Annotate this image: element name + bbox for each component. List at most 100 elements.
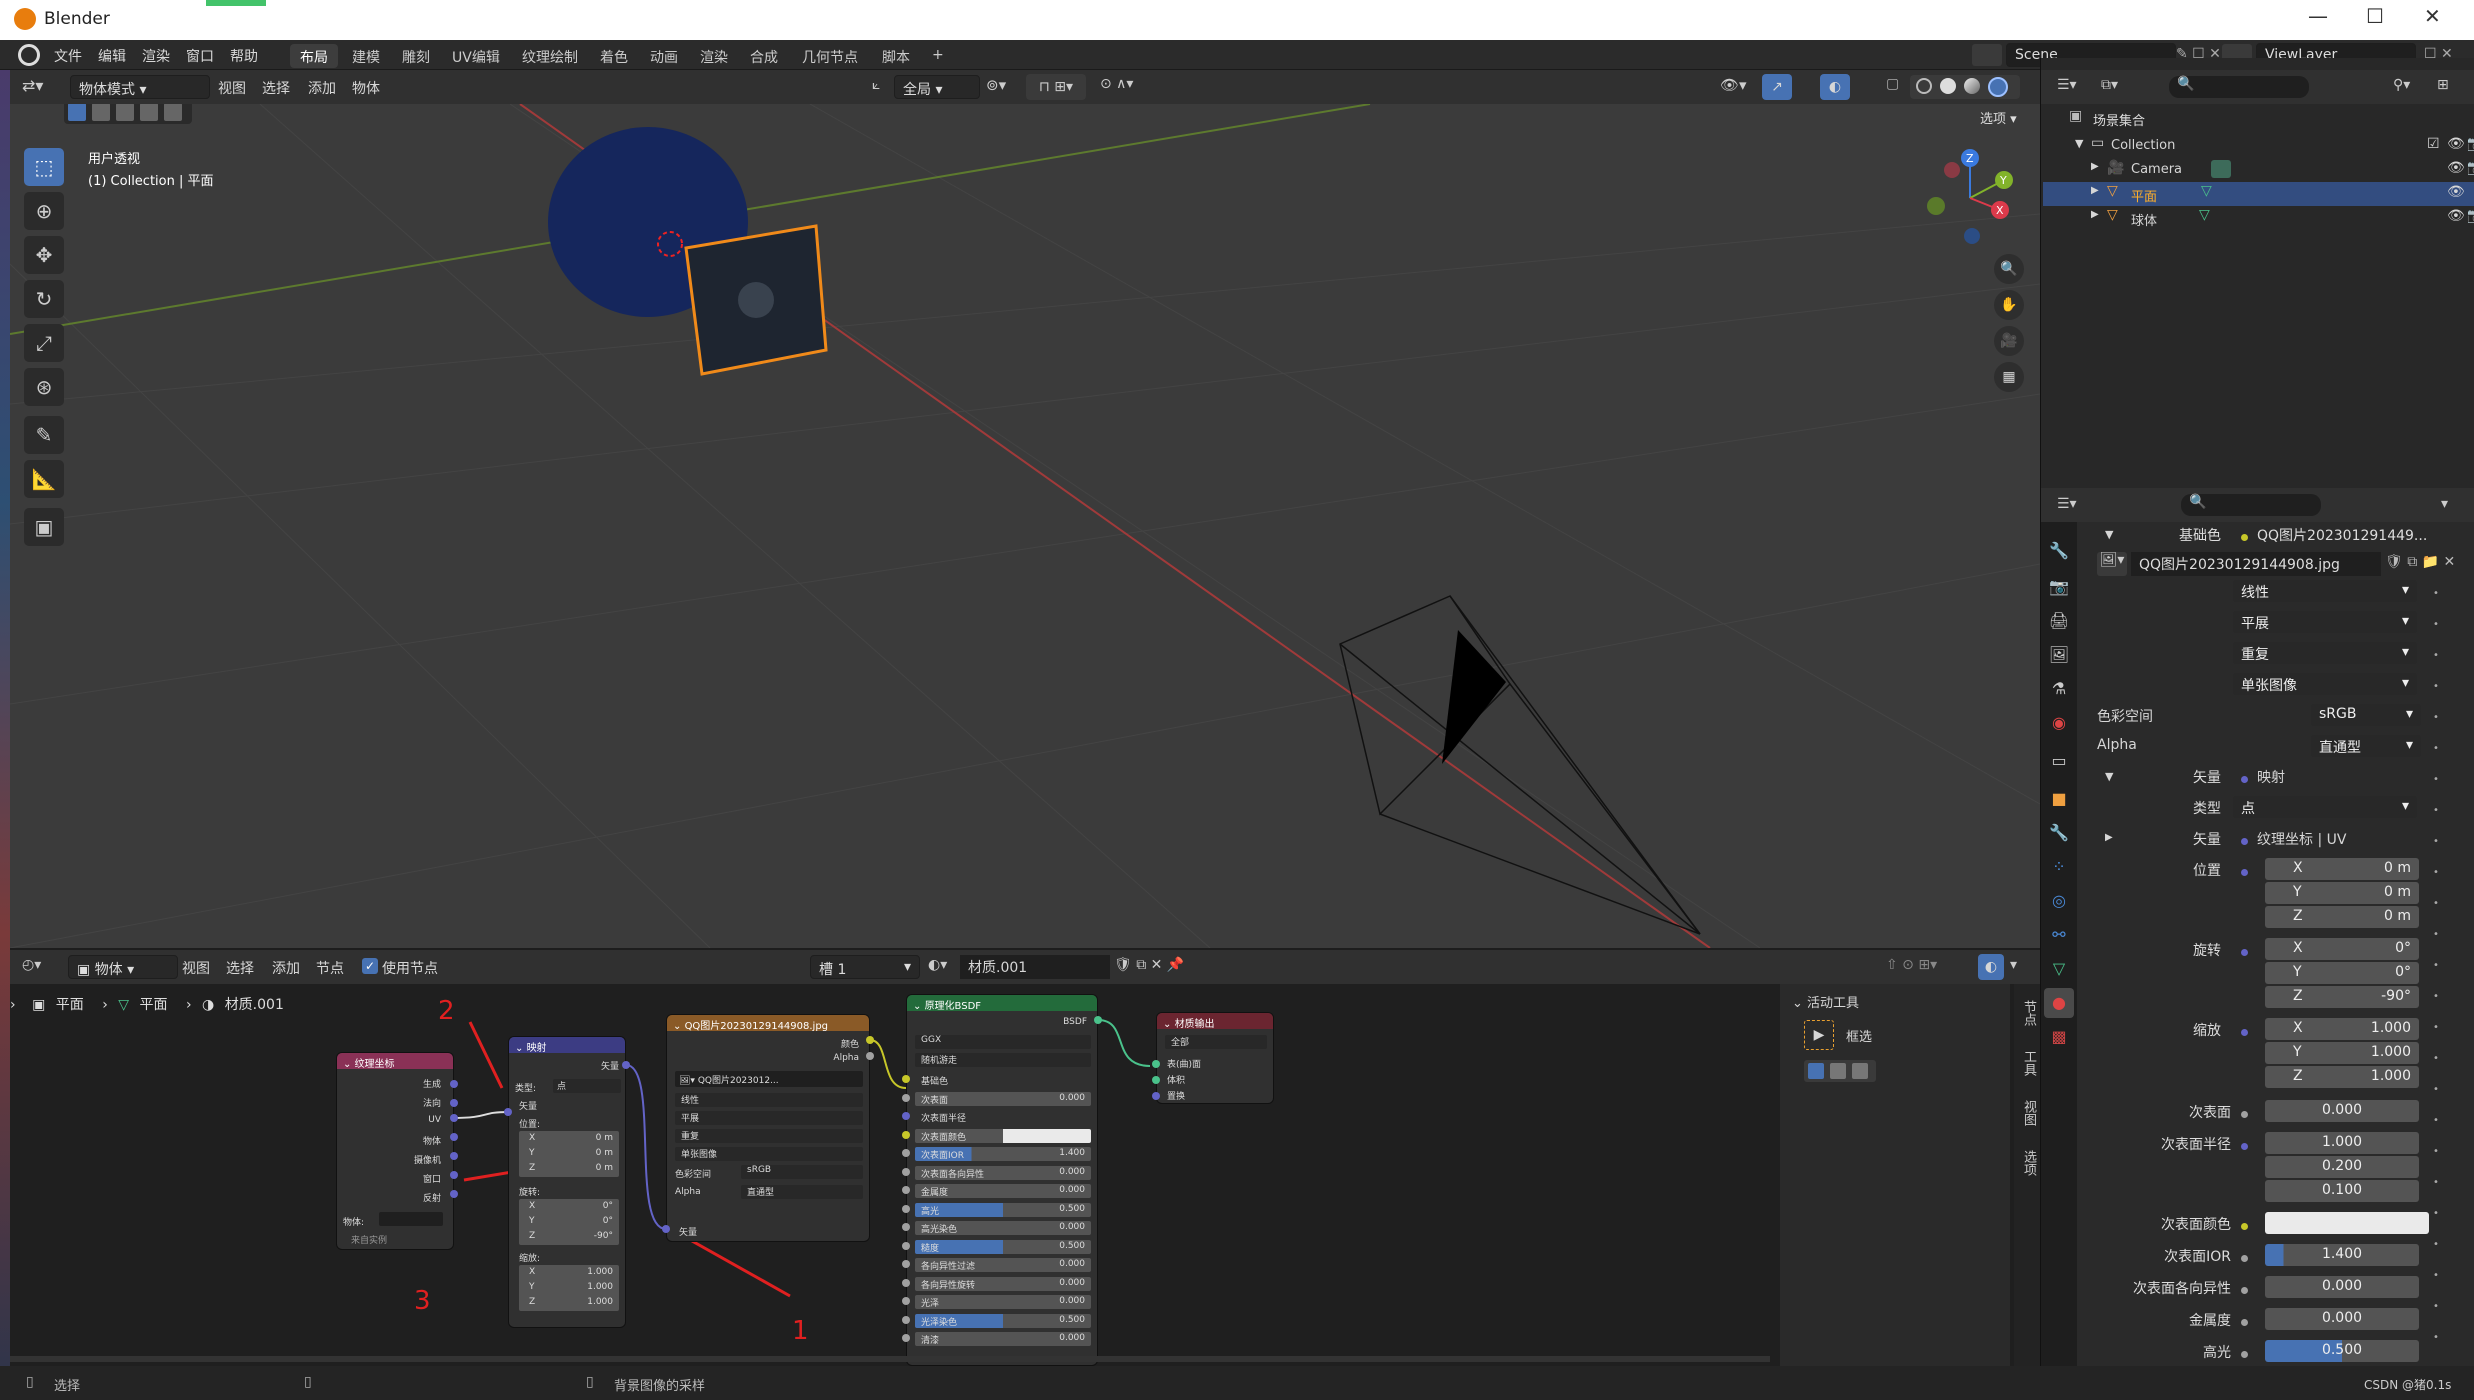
bsdf-row[interactable]: 次表面 0.000: [915, 1091, 1091, 1106]
bsdf-input-socket[interactable]: [902, 1278, 910, 1287]
menu-file[interactable]: 文件: [54, 46, 82, 66]
bsdf-row[interactable]: 高光 0.500: [915, 1202, 1091, 1217]
tool-tab-icon[interactable]: 🔧: [2044, 536, 2074, 566]
keyframe-dots[interactable]: • • • • • • • • • • • • • • • • • • • • • • • • •: [2433, 578, 2439, 1358]
expand-arrow-icon[interactable]: ▶: [2105, 832, 2113, 843]
ortho-grid-icon[interactable]: ▦: [1994, 362, 2024, 392]
world-tab-icon[interactable]: ◉: [2044, 708, 2074, 738]
collection-eye-icon[interactable]: 👁: [2447, 136, 2465, 152]
socket-uv[interactable]: [450, 1114, 458, 1122]
select-box-tool[interactable]: ⬚: [24, 148, 64, 186]
vector2-socket-icon[interactable]: [2241, 838, 2248, 845]
bsdf-input-socket[interactable]: [902, 1315, 910, 1324]
location-x-field[interactable]: X 0 m: [2265, 858, 2419, 880]
from-instancer-checkbox[interactable]: 来自实例: [351, 1233, 387, 1246]
select-invert-icon[interactable]: [140, 104, 158, 121]
rendered-shading-icon[interactable]: [1988, 77, 2008, 97]
bsdf-row[interactable]: 糙度 0.500: [915, 1239, 1091, 1254]
node-overlay-dropdown[interactable]: ▾: [2010, 957, 2017, 973]
specular-field[interactable]: 0.500: [2265, 1340, 2419, 1362]
shader-type-dropdown[interactable]: ▣ 物体 ▾: [68, 955, 178, 979]
projection-dropdown[interactable]: 平展 ▾: [2233, 611, 2417, 633]
material-shading-icon[interactable]: [1964, 78, 1980, 94]
texture-tab-icon[interactable]: ▩: [2044, 1022, 2074, 1052]
bsdf-row[interactable]: 各向异性旋转 0.000: [915, 1276, 1091, 1291]
measure-tool[interactable]: 📐: [24, 460, 64, 498]
solid-shading-icon[interactable]: [1940, 78, 1956, 94]
select-subtract-icon[interactable]: [1852, 1063, 1868, 1079]
bsdf-row[interactable]: 光泽 0.000: [915, 1295, 1091, 1309]
outliner-search-input[interactable]: 🔍: [2169, 76, 2309, 98]
mesh-data-icon[interactable]: ▽: [2199, 207, 2210, 223]
particles-tab-icon[interactable]: ⁘: [2044, 852, 2074, 882]
specular-socket-icon[interactable]: [2241, 1351, 2248, 1358]
select-subtract-icon[interactable]: [116, 104, 134, 121]
ss-radius-z-field[interactable]: 0.100: [2265, 1180, 2419, 1202]
tab-uv-editing[interactable]: UV编辑: [442, 44, 510, 68]
transform-tool[interactable]: ⊛: [24, 368, 64, 406]
bsdf-input-socket[interactable]: [902, 1112, 910, 1120]
ss-radius-x-field[interactable]: 1.000: [2265, 1132, 2419, 1154]
bsdf-row[interactable]: 基础色: [915, 1073, 1091, 1087]
bsdf-input-socket[interactable]: [902, 1186, 910, 1194]
interp-dropdown[interactable]: 线性: [675, 1093, 863, 1107]
outliner-row-plane[interactable]: ▶ ▽ 平面 ▽ 👁: [2043, 182, 2474, 206]
socket-reflection[interactable]: [450, 1190, 458, 1198]
bsdf-input-socket[interactable]: [902, 1130, 910, 1139]
outliner-row-collection[interactable]: ▼ ▭ Collection ☑ 👁 📷: [2075, 134, 2474, 158]
rotation-socket-icon[interactable]: [2241, 949, 2248, 956]
bsdf-row[interactable]: 各向异性过滤 0.000: [915, 1258, 1091, 1272]
scale-x-field[interactable]: X 1.000: [2265, 1018, 2419, 1040]
sss-method-dropdown[interactable]: 随机游走: [915, 1053, 1091, 1067]
bsdf-input-socket[interactable]: [902, 1241, 910, 1250]
node-overlay-icon[interactable]: ◐: [1978, 954, 2004, 980]
viewport-options-button[interactable]: 选项 ▾: [1980, 108, 2017, 127]
node-editor-canvas[interactable]: › ▣ 平面 › ▽ 平面 › ◑ 材质.001 2 3 1 ⌄ 纹理坐标 生成…: [10, 984, 2040, 1366]
constraints-tab-icon[interactable]: ⚯: [2044, 920, 2074, 950]
tab-rendering[interactable]: 渲染: [690, 44, 738, 68]
node-menu-add[interactable]: 添加: [272, 958, 300, 978]
node-material-output[interactable]: ⌄ 材质输出 全部 表(曲)面 体积 置换: [1156, 1012, 1274, 1104]
scene-icon[interactable]: [1972, 44, 2002, 66]
maximize-button[interactable]: ☐: [2366, 4, 2384, 28]
blender-menu-icon[interactable]: [18, 44, 40, 66]
menu-render[interactable]: 渲染: [142, 46, 170, 66]
bsdf-row[interactable]: 光泽染色 0.500: [915, 1313, 1091, 1328]
ss-ior-socket-icon[interactable]: [2241, 1255, 2248, 1262]
camera-eye-icon[interactable]: 👁: [2447, 160, 2465, 176]
camera-render-icon[interactable]: 📷: [2467, 160, 2474, 176]
menu-help[interactable]: 帮助: [230, 46, 258, 66]
rotation-z-field[interactable]: Z -90°: [2265, 986, 2419, 1008]
transform-orientation-icon[interactable]: ⟀: [872, 77, 880, 93]
subsurface-field[interactable]: 0.000: [2265, 1100, 2419, 1122]
render-tab-icon[interactable]: 📷: [2044, 572, 2074, 602]
bsdf-input-socket[interactable]: [902, 1149, 910, 1157]
ss-color-socket-icon[interactable]: [2241, 1223, 2248, 1230]
expand-arrow-icon[interactable]: ▶: [2091, 209, 2099, 220]
filter-icon[interactable]: ⚲▾: [2393, 77, 2410, 93]
scale-z-field[interactable]: Z 1.000: [2265, 1066, 2419, 1088]
object-picker-field[interactable]: [379, 1212, 443, 1226]
minimize-button[interactable]: —: [2308, 4, 2328, 28]
bsdf-row[interactable]: 高光染色 0.000: [915, 1221, 1091, 1235]
select-new-icon[interactable]: [1808, 1063, 1824, 1079]
node-menu-select[interactable]: 选择: [226, 958, 254, 978]
interpolation-dropdown[interactable]: 线性 ▾: [2233, 580, 2417, 602]
base-color-link[interactable]: QQ图片202301291449...: [2257, 525, 2427, 545]
properties-search-input[interactable]: 🔍: [2181, 494, 2321, 516]
bsdf-input-socket[interactable]: [902, 1167, 910, 1176]
ss-radius-socket-icon[interactable]: [2241, 1143, 2248, 1150]
mapping-location-fields[interactable]: X 0 m Y 0 m Z 0 m: [519, 1131, 619, 1177]
rotate-tool[interactable]: ↻: [24, 280, 64, 318]
material-tab-icon[interactable]: ●: [2044, 988, 2074, 1018]
socket-normal[interactable]: [450, 1099, 458, 1107]
scale-tool[interactable]: ⤢: [24, 324, 64, 362]
material-name-field[interactable]: 材质.001: [960, 955, 1110, 979]
select-intersect-icon[interactable]: [164, 104, 182, 121]
camera-data-icon[interactable]: [2211, 160, 2231, 178]
tab-animation[interactable]: 动画: [640, 44, 688, 68]
scene-tab-icon[interactable]: ⚗: [2044, 674, 2074, 704]
bsdf-input-socket[interactable]: [902, 1075, 910, 1083]
3d-viewport[interactable]: 用户透视 (1) Collection | 平面 选项 ▾ ⬚ ⊕ ✥ ↻ ⤢ …: [10, 104, 2040, 948]
sphere-eye-icon[interactable]: 👁: [2447, 208, 2465, 224]
